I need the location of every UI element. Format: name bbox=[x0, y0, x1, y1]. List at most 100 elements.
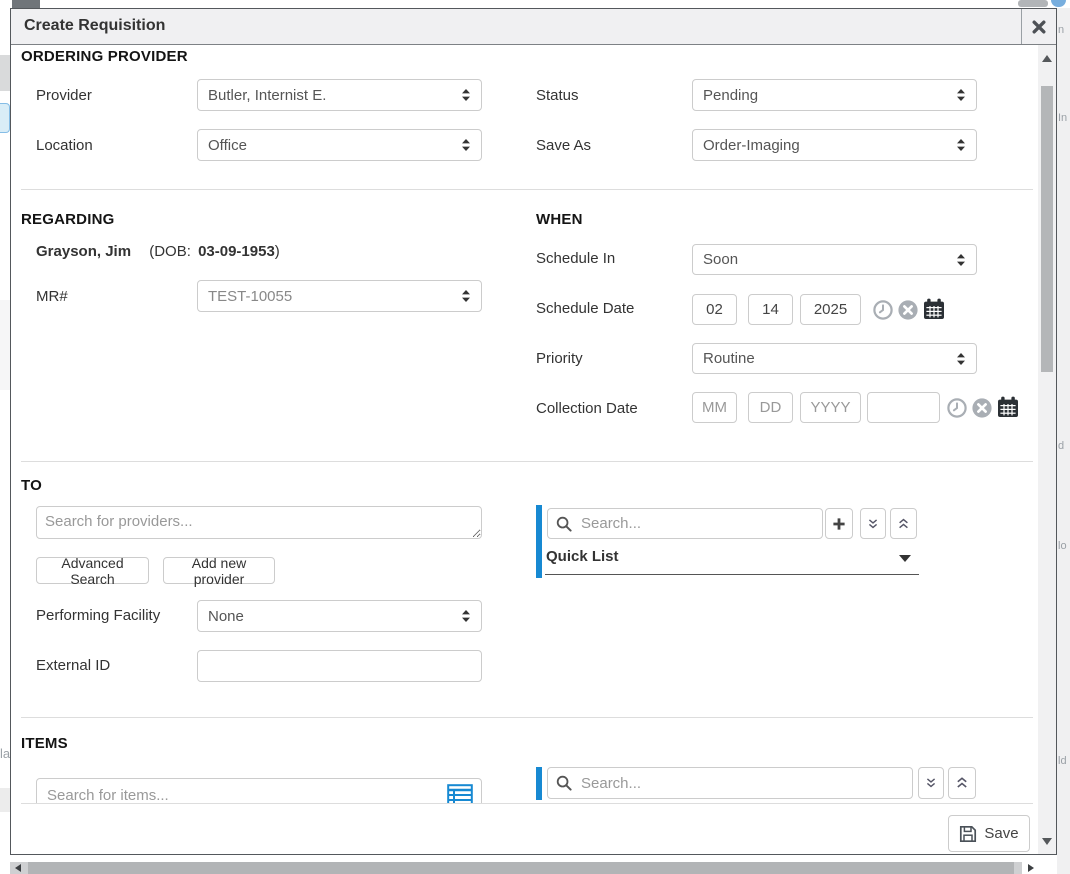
status-select-value: Pending bbox=[703, 87, 956, 104]
collection-date-month-input[interactable] bbox=[692, 392, 737, 423]
to-panel-search-input[interactable] bbox=[579, 514, 814, 533]
items-panel-expand-all-button[interactable] bbox=[918, 767, 944, 799]
item-search-input[interactable] bbox=[45, 786, 440, 805]
schedule-date-year-input[interactable] bbox=[800, 294, 861, 325]
collection-date-time-input[interactable] bbox=[867, 392, 940, 423]
schedule-date-clear-icon[interactable] bbox=[898, 300, 918, 320]
collection-date-label: Collection Date bbox=[536, 400, 638, 417]
priority-select-value: Routine bbox=[703, 350, 956, 367]
horizontal-scrollbar[interactable] bbox=[10, 862, 1022, 874]
quick-list-header[interactable]: Quick List bbox=[546, 548, 619, 565]
save-as-select[interactable]: Order-Imaging bbox=[692, 129, 977, 161]
status-label: Status bbox=[536, 87, 579, 104]
schedule-date-clock-icon[interactable] bbox=[873, 300, 893, 320]
provider-label: Provider bbox=[36, 87, 92, 104]
schedule-in-select[interactable]: Soon bbox=[692, 244, 977, 275]
location-select[interactable]: Office bbox=[197, 129, 482, 161]
schedule-in-select-value: Soon bbox=[703, 251, 956, 268]
save-as-label: Save As bbox=[536, 137, 591, 154]
priority-select[interactable]: Routine bbox=[692, 343, 977, 374]
collection-date-day-input[interactable] bbox=[748, 392, 793, 423]
collection-date-year-input[interactable] bbox=[800, 392, 861, 423]
location-select-value: Office bbox=[208, 137, 461, 154]
add-provider-to-list-button[interactable] bbox=[825, 508, 853, 539]
caret-updown-icon bbox=[956, 138, 966, 152]
screen: la n In d lo ld Create Requisition ORDER… bbox=[0, 0, 1070, 874]
chevrons-down-icon bbox=[925, 776, 937, 790]
section-divider bbox=[21, 717, 1033, 718]
horizontal-scrollbar-thumb[interactable] bbox=[28, 862, 1014, 874]
background-block bbox=[0, 788, 10, 812]
background-text-fragment: la bbox=[0, 746, 10, 761]
to-panel-search[interactable] bbox=[547, 508, 823, 539]
save-as-select-value: Order-Imaging bbox=[703, 137, 956, 154]
close-icon bbox=[1032, 20, 1046, 34]
add-new-provider-button[interactable]: Add new provider bbox=[163, 557, 275, 584]
priority-label: Priority bbox=[536, 350, 583, 367]
external-id-input[interactable] bbox=[197, 650, 482, 682]
vertical-scrollbar-thumb[interactable] bbox=[1041, 86, 1053, 372]
background-button-edge bbox=[0, 103, 10, 133]
schedule-date-month-input[interactable] bbox=[692, 294, 737, 325]
patient-name: Grayson, Jim bbox=[36, 243, 131, 260]
external-id-label: External ID bbox=[36, 657, 110, 674]
caret-updown-icon bbox=[956, 352, 966, 366]
caret-updown-icon bbox=[956, 253, 966, 267]
ordering-provider-heading: ORDERING PROVIDER bbox=[21, 48, 188, 65]
dialog-footer: Save bbox=[11, 803, 1038, 854]
items-panel-search-input[interactable] bbox=[579, 774, 904, 793]
save-button[interactable]: Save bbox=[948, 815, 1030, 852]
footer-divider bbox=[21, 803, 1033, 804]
items-panel-collapse-all-button[interactable] bbox=[948, 767, 976, 799]
schedule-date-label: Schedule Date bbox=[536, 300, 634, 317]
schedule-date-calendar-icon[interactable] bbox=[923, 298, 945, 320]
items-panel-search[interactable] bbox=[547, 767, 913, 799]
chevrons-down-icon bbox=[867, 517, 879, 531]
quick-list-caret-down-icon[interactable] bbox=[899, 555, 911, 562]
dialog-title: Create Requisition bbox=[11, 9, 1021, 44]
collection-date-clear-icon[interactable] bbox=[972, 398, 992, 418]
scroll-right-arrow[interactable] bbox=[1028, 864, 1034, 872]
background-text-fragment: d bbox=[1058, 440, 1064, 452]
when-heading: WHEN bbox=[536, 211, 583, 228]
status-select[interactable]: Pending bbox=[692, 79, 977, 111]
quick-list-underline bbox=[545, 574, 919, 575]
location-label: Location bbox=[36, 137, 93, 154]
collection-date-clock-icon[interactable] bbox=[947, 398, 967, 418]
chevrons-up-icon bbox=[955, 776, 969, 790]
schedule-in-label: Schedule In bbox=[536, 250, 615, 267]
items-heading: ITEMS bbox=[21, 735, 68, 752]
to-heading: TO bbox=[21, 477, 42, 494]
schedule-date-day-input[interactable] bbox=[748, 294, 793, 325]
advanced-search-button[interactable]: Advanced Search bbox=[36, 557, 149, 584]
background-right-strip: n In d lo ld bbox=[1057, 8, 1070, 874]
caret-updown-icon bbox=[956, 88, 966, 102]
dialog-header: Create Requisition bbox=[11, 9, 1056, 45]
background-block bbox=[0, 300, 10, 390]
provider-select[interactable]: Butler, Internist E. bbox=[197, 79, 482, 111]
collection-date-calendar-icon[interactable] bbox=[997, 396, 1019, 418]
scroll-left-arrow[interactable] bbox=[15, 864, 21, 872]
background-tab-fragment bbox=[12, 0, 40, 8]
provider-search-textarea[interactable] bbox=[36, 506, 482, 539]
performing-facility-select[interactable]: None bbox=[197, 600, 482, 632]
mr-select[interactable]: TEST-10055 bbox=[197, 280, 482, 312]
caret-updown-icon bbox=[461, 138, 471, 152]
scroll-up-arrow[interactable] bbox=[1042, 55, 1052, 62]
background-badge-fragment bbox=[1051, 0, 1066, 7]
close-button[interactable] bbox=[1021, 9, 1056, 44]
search-icon bbox=[556, 775, 572, 791]
background-text-fragment: lo bbox=[1058, 540, 1067, 552]
regarding-heading: REGARDING bbox=[21, 211, 114, 228]
to-panel-collapse-all-button[interactable] bbox=[890, 508, 917, 539]
to-panel-expand-all-button[interactable] bbox=[860, 508, 886, 539]
background-text-fragment: n bbox=[1058, 24, 1064, 36]
mr-label: MR# bbox=[36, 288, 68, 305]
section-divider bbox=[21, 189, 1033, 190]
dob-open: (DOB: bbox=[149, 243, 191, 260]
scroll-down-arrow[interactable] bbox=[1042, 838, 1052, 845]
items-panel-accent-bar bbox=[536, 767, 542, 800]
vertical-scrollbar[interactable] bbox=[1038, 45, 1056, 854]
provider-select-value: Butler, Internist E. bbox=[208, 87, 461, 104]
background-text-fragment: ld bbox=[1058, 755, 1067, 767]
